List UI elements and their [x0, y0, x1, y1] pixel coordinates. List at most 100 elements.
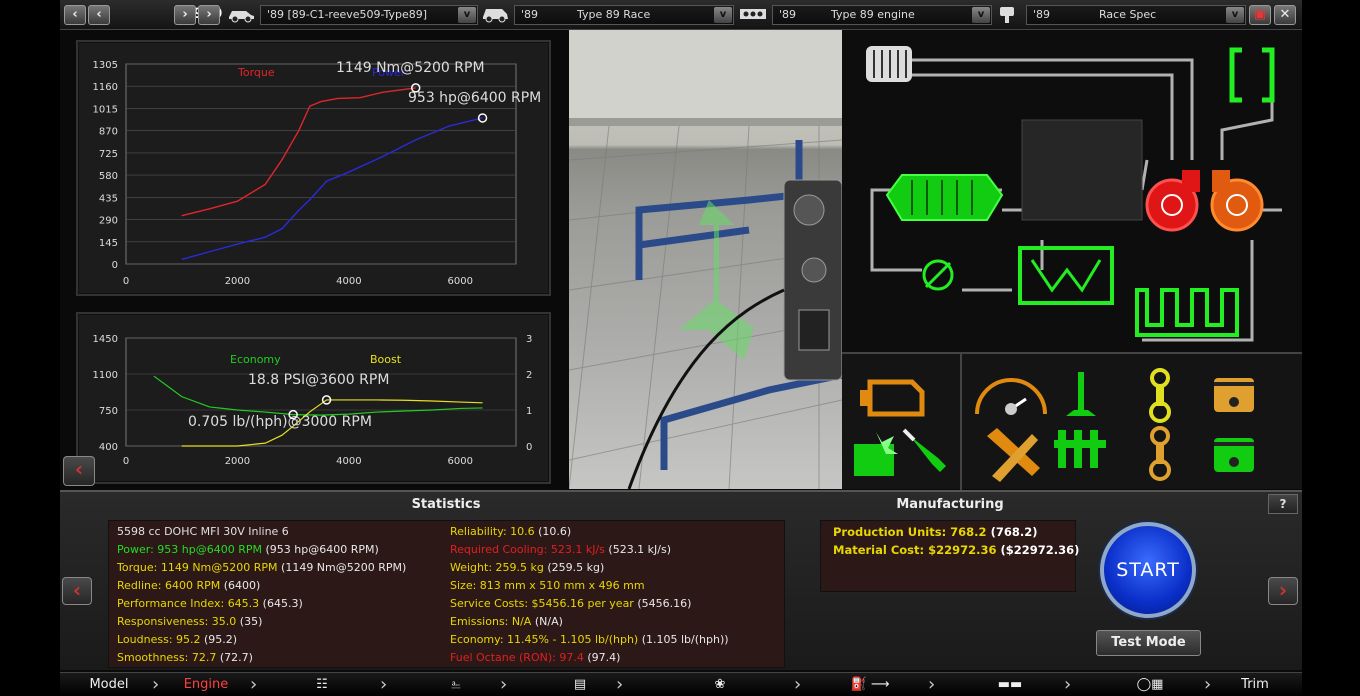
tab-engine[interactable]: Engine — [168, 673, 244, 696]
spark-plug-icon[interactable] — [902, 428, 946, 472]
tab-test[interactable]: ◯▦ — [1100, 673, 1200, 696]
stat-extra: (953 hp@6400 RPM) — [261, 543, 379, 556]
power-torque-chart: Torque Power 014529043558072587010151160… — [93, 60, 542, 287]
year-prev-button[interactable]: ‹ — [88, 5, 110, 25]
car-body-icon — [480, 5, 510, 25]
production-units: Production Units: 768.2 (768.2) — [833, 525, 1038, 539]
app-window: ‹ ‹ 1989 › › '89 [89-C1-reeve509-Type89]… — [0, 0, 1360, 696]
series-line-torque — [181, 87, 416, 217]
chevron-right-icon: › — [794, 674, 802, 695]
y-right-tick-label: 3 — [526, 334, 532, 345]
y-right-tick-label: 1 — [526, 406, 532, 417]
power-peak-annotation: 953 hp@6400 RPM — [408, 90, 541, 106]
trim-select-year: '89 — [521, 8, 539, 21]
stat-row: Loudness: 95.2 (95.2) — [117, 633, 237, 646]
stat-label: Emissions: N/A — [450, 615, 532, 628]
tab-exhaust[interactable]: ▬▬ — [960, 673, 1060, 696]
boost-peak-annotation: 18.8 PSI@3600 RPM — [248, 372, 389, 388]
stat-extra: (259.5 kg) — [543, 561, 605, 574]
save-button[interactable]: ▣ — [1249, 5, 1271, 25]
year-first-button[interactable]: ‹ — [64, 5, 86, 25]
torque-peak-annotation: 1149 Nm@5200 RPM — [336, 60, 485, 76]
model-select[interactable]: '89 [89-C1-reeve509-Type89] v — [260, 5, 478, 25]
help-button[interactable]: ? — [1268, 494, 1298, 514]
tab-turbo[interactable]: ❀ — [680, 673, 760, 696]
bottom-tab-bar: Model › Engine › ☷ › ⎁ › ▤ › ❀ › ⛽ ⟶ › ▬… — [60, 672, 1302, 696]
exhaust-bracket-icon — [1229, 47, 1275, 103]
air-filter-icon — [866, 46, 912, 82]
engine-select[interactable]: '89 Type 89 engine v — [772, 5, 992, 25]
piston-upgrade-icon[interactable] — [1214, 378, 1254, 412]
engine-3d-viewport[interactable] — [569, 30, 842, 489]
stat-row: Power: 953 hp@6400 RPM (953 hp@6400 RPM) — [117, 543, 379, 556]
stat-extra: (72.7) — [216, 651, 253, 664]
stat-extra: (1.105 lb/(hph)) — [638, 633, 729, 646]
trim-select[interactable]: '89 Type 89 Race v — [514, 5, 734, 25]
y-tick-label: 1305 — [93, 60, 118, 71]
tab-model[interactable]: Model — [74, 673, 144, 696]
legend-torque: Torque — [237, 66, 275, 79]
stat-extra: (95.2) — [200, 633, 238, 646]
stat-row: Smoothness: 72.7 (72.7) — [117, 651, 253, 664]
crankshaft-rod-icon[interactable] — [1149, 426, 1171, 481]
stat-row: Emissions: N/A (N/A) — [450, 615, 563, 628]
tab-fuel[interactable]: ⛽ ⟶ — [820, 673, 920, 696]
top-toolbar: ‹ ‹ 1989 › › '89 [89-C1-reeve509-Type89]… — [60, 0, 1302, 30]
test-mode-button[interactable]: Test Mode — [1096, 630, 1201, 656]
year-last-button[interactable]: › — [198, 5, 220, 25]
y-tick-label: 145 — [99, 238, 118, 249]
stat-label: Performance Index: 645.3 — [117, 597, 260, 610]
economy-boost-chart: Economy Boost 400 750 1100 1450 0 1 2 3 0 2000 400… — [93, 334, 533, 467]
stat-row: Responsiveness: 35.0 (35) — [117, 615, 262, 628]
gauge-icon[interactable] — [975, 378, 1047, 415]
y-tick-label: 0 — [112, 260, 118, 271]
parts-grid — [842, 352, 1302, 491]
engine-block-icon: ☷ — [316, 677, 328, 692]
chevron-right-icon: › — [250, 674, 258, 695]
start-button[interactable]: START — [1100, 522, 1196, 618]
tab-induction[interactable]: ▤ — [540, 673, 620, 696]
stat-extra: (523.1 kJ/s) — [604, 543, 672, 556]
y-left-tick-label: 1100 — [93, 370, 118, 381]
manufacturing-box: Production Units: 768.2 (768.2) Material… — [820, 520, 1080, 592]
y-tick-label: 580 — [99, 171, 118, 182]
variant-select-year: '89 — [1033, 8, 1051, 21]
trim-select-value: Type 89 Race — [577, 8, 651, 21]
turbo-icon: ❀ — [714, 677, 726, 692]
material-cost: Material Cost: $22972.36 ($22972.36) — [833, 543, 1080, 557]
tab-trim[interactable]: Trim — [1220, 673, 1290, 696]
series-line-power — [181, 117, 483, 261]
valve-icon[interactable] — [1066, 372, 1096, 416]
chevron-down-icon: v — [458, 7, 476, 23]
stat-row: Torque: 1149 Nm@5200 RPM (1149 Nm@5200 R… — [117, 561, 406, 574]
stat-row: 5598 cc DOHC MFI 30V Inline 6 — [117, 525, 289, 538]
camshaft-icon[interactable] — [1054, 430, 1106, 468]
stat-label: Loudness: 95.2 — [117, 633, 201, 646]
stat-row: Redline: 6400 RPM (6400) — [117, 579, 260, 592]
throttle-icon — [922, 259, 954, 291]
block-damage-icon[interactable] — [854, 432, 898, 476]
chevron-right-icon: › — [500, 674, 508, 695]
statistics-title: Statistics — [411, 497, 481, 512]
tab-head[interactable]: ⎁ — [416, 673, 496, 696]
engine-check-icon[interactable] — [860, 379, 925, 417]
intake-manifold-icon — [1018, 246, 1114, 305]
chevron-down-icon: v — [714, 7, 732, 23]
dyno-icon: ◯▦ — [1136, 677, 1164, 692]
stat-label: Weight: 259.5 kg — [450, 561, 544, 574]
x-tick-label: 0 — [123, 456, 129, 467]
year-next-button[interactable]: › — [174, 5, 196, 25]
next-page-button[interactable]: › — [1268, 577, 1298, 605]
legend-economy: Economy — [230, 353, 281, 366]
tab-block[interactable]: ☷ — [282, 673, 362, 696]
close-button[interactable]: ✕ — [1274, 5, 1296, 25]
engine-schematic — [842, 30, 1302, 352]
connecting-rod-icon[interactable] — [1149, 368, 1171, 423]
variant-select[interactable]: '89 Race Spec v — [1026, 5, 1246, 25]
x-tick-label: 2000 — [225, 456, 250, 467]
piston-green-icon[interactable] — [1214, 438, 1254, 472]
back-button[interactable]: ‹ — [63, 456, 95, 486]
prev-page-button[interactable]: ‹ — [62, 577, 92, 605]
tools-icon[interactable] — [987, 428, 1040, 482]
y-left-tick-label: 750 — [99, 406, 118, 417]
